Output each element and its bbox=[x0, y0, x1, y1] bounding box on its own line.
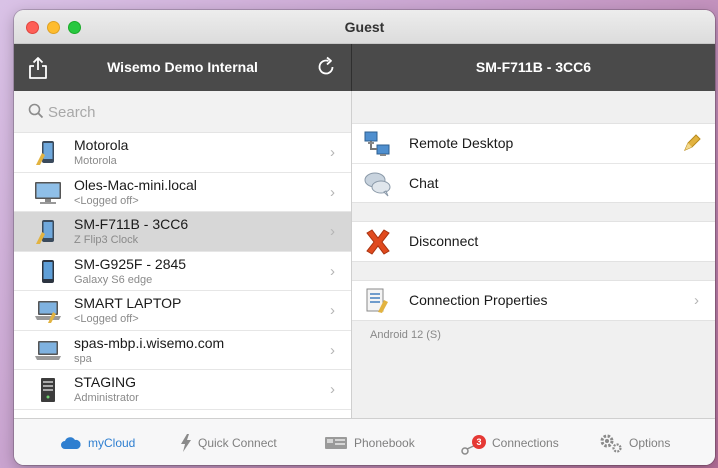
device-name: STAGING bbox=[74, 374, 136, 390]
phone-icon bbox=[36, 141, 54, 165]
tab-mycloud-label: myCloud bbox=[88, 435, 136, 450]
bottom-tab-bar: myCloud Quick Connect Phonebook 3 Connec… bbox=[14, 418, 715, 465]
cloud-icon bbox=[61, 436, 81, 449]
title-bar: Guest bbox=[14, 10, 715, 44]
remote-desktop-icon bbox=[364, 131, 390, 156]
tab-quick-connect[interactable]: Quick Connect bbox=[180, 419, 277, 465]
properties-icon bbox=[366, 288, 388, 313]
tab-quick-connect-label: Quick Connect bbox=[198, 435, 277, 450]
connection-properties-label: Connection Properties bbox=[409, 292, 548, 308]
chevron-right-icon: › bbox=[330, 381, 335, 398]
chevron-right-icon: › bbox=[330, 341, 335, 359]
device-row-spas-mbp[interactable]: spas-mbp.i.wisemo.com spa › bbox=[14, 331, 351, 370]
tab-phonebook-label: Phonebook bbox=[354, 435, 415, 450]
window-title: Guest bbox=[344, 19, 385, 35]
device-subtitle: Motorola bbox=[74, 155, 117, 167]
device-subtitle: <Logged off> bbox=[74, 194, 139, 207]
connection-properties-action[interactable]: Connection Properties › bbox=[352, 281, 715, 320]
desktop-icon bbox=[35, 181, 61, 204]
chevron-right-icon: › bbox=[330, 183, 335, 201]
device-row-oles-mac-mini[interactable]: Oles-Mac-mini.local <Logged off> › bbox=[14, 173, 351, 212]
connections-badge: 3 bbox=[472, 434, 486, 449]
server-icon bbox=[41, 378, 55, 402]
disconnect-group: Disconnect bbox=[352, 221, 715, 262]
device-name: Motorola bbox=[74, 137, 129, 153]
properties-group: Connection Properties › bbox=[352, 280, 715, 321]
tab-connections[interactable]: 3 Connections bbox=[460, 419, 559, 465]
search-input[interactable] bbox=[48, 101, 338, 123]
device-subtitle: Administrator bbox=[74, 392, 139, 404]
disconnect-label: Disconnect bbox=[409, 233, 479, 249]
device-list: Motorola Motorola › Oles-Mac-mini.local … bbox=[14, 133, 351, 410]
search-icon bbox=[28, 103, 44, 119]
group-title: Wisemo Demo Internal bbox=[107, 59, 258, 75]
tab-options[interactable]: Options bbox=[599, 419, 670, 465]
device-subtitle: <Logged off> bbox=[74, 313, 139, 325]
app-window: Guest Wisemo Demo Internal SM-F711B - 3C… bbox=[14, 10, 715, 465]
device-row-sm-f711b[interactable]: SM-F711B - 3CC6 Z Flip3 Clock › bbox=[14, 212, 351, 252]
pencil-icon[interactable] bbox=[683, 134, 701, 152]
chevron-right-icon: › bbox=[330, 302, 335, 319]
device-name: SM-G925F - 2845 bbox=[74, 255, 187, 272]
laptop-icon bbox=[35, 340, 61, 360]
right-header: SM-F711B - 3CC6 bbox=[352, 44, 715, 91]
device-row-staging[interactable]: STAGING Administrator › bbox=[14, 370, 351, 410]
device-row-smart-laptop[interactable]: SMART LAPTOP <Logged off> › bbox=[14, 291, 351, 331]
remote-desktop-label: Remote Desktop bbox=[409, 135, 514, 151]
tab-phonebook[interactable]: Phonebook bbox=[324, 419, 415, 465]
left-header: Wisemo Demo Internal bbox=[14, 44, 352, 91]
device-title: SM-F711B - 3CC6 bbox=[475, 59, 592, 75]
lightning-icon bbox=[181, 433, 191, 452]
chat-label: Chat bbox=[409, 175, 439, 191]
device-name: Oles-Mac-mini.local bbox=[74, 176, 197, 193]
chevron-right-icon: › bbox=[694, 292, 699, 309]
device-row-sm-g925f[interactable]: SM-G925F - 2845 Galaxy S6 edge › bbox=[14, 252, 351, 291]
device-name: SM-F711B - 3CC6 bbox=[74, 216, 189, 232]
device-subtitle: Z Flip3 Clock bbox=[74, 234, 139, 246]
session-actions-group: Remote Desktop Chat bbox=[352, 123, 715, 203]
chevron-right-icon: › bbox=[330, 144, 335, 161]
actions-pane: Remote Desktop Chat Disconnect Connectio… bbox=[352, 91, 715, 418]
disconnect-x-icon bbox=[366, 229, 390, 255]
phone-icon bbox=[36, 220, 54, 244]
device-subtitle: spa bbox=[74, 352, 92, 365]
tab-mycloud[interactable]: myCloud bbox=[60, 419, 135, 465]
phonebook-icon bbox=[325, 436, 347, 449]
device-subtitle: Galaxy S6 edge bbox=[74, 273, 153, 286]
disconnect-action[interactable]: Disconnect bbox=[352, 222, 715, 261]
tab-connections-label: Connections bbox=[492, 435, 559, 450]
chevron-right-icon: › bbox=[330, 262, 335, 280]
device-name: spas-mbp.i.wisemo.com bbox=[74, 334, 225, 351]
search-bar bbox=[14, 91, 351, 133]
gear-icon bbox=[600, 434, 622, 453]
refresh-icon[interactable] bbox=[315, 56, 337, 78]
device-name: SMART LAPTOP bbox=[74, 295, 182, 311]
tab-options-label: Options bbox=[629, 435, 671, 450]
chevron-right-icon: › bbox=[330, 223, 335, 240]
remote-desktop-action[interactable]: Remote Desktop bbox=[352, 124, 715, 163]
device-row-motorola[interactable]: Motorola Motorola › bbox=[14, 133, 351, 173]
laptop-icon bbox=[35, 301, 61, 323]
device-list-pane: Motorola Motorola › Oles-Mac-mini.local … bbox=[14, 91, 352, 418]
os-version-label: Android 12 (S) bbox=[370, 329, 441, 341]
chat-icon bbox=[364, 172, 391, 197]
phone-icon bbox=[42, 259, 54, 283]
chat-action[interactable]: Chat bbox=[352, 163, 715, 202]
